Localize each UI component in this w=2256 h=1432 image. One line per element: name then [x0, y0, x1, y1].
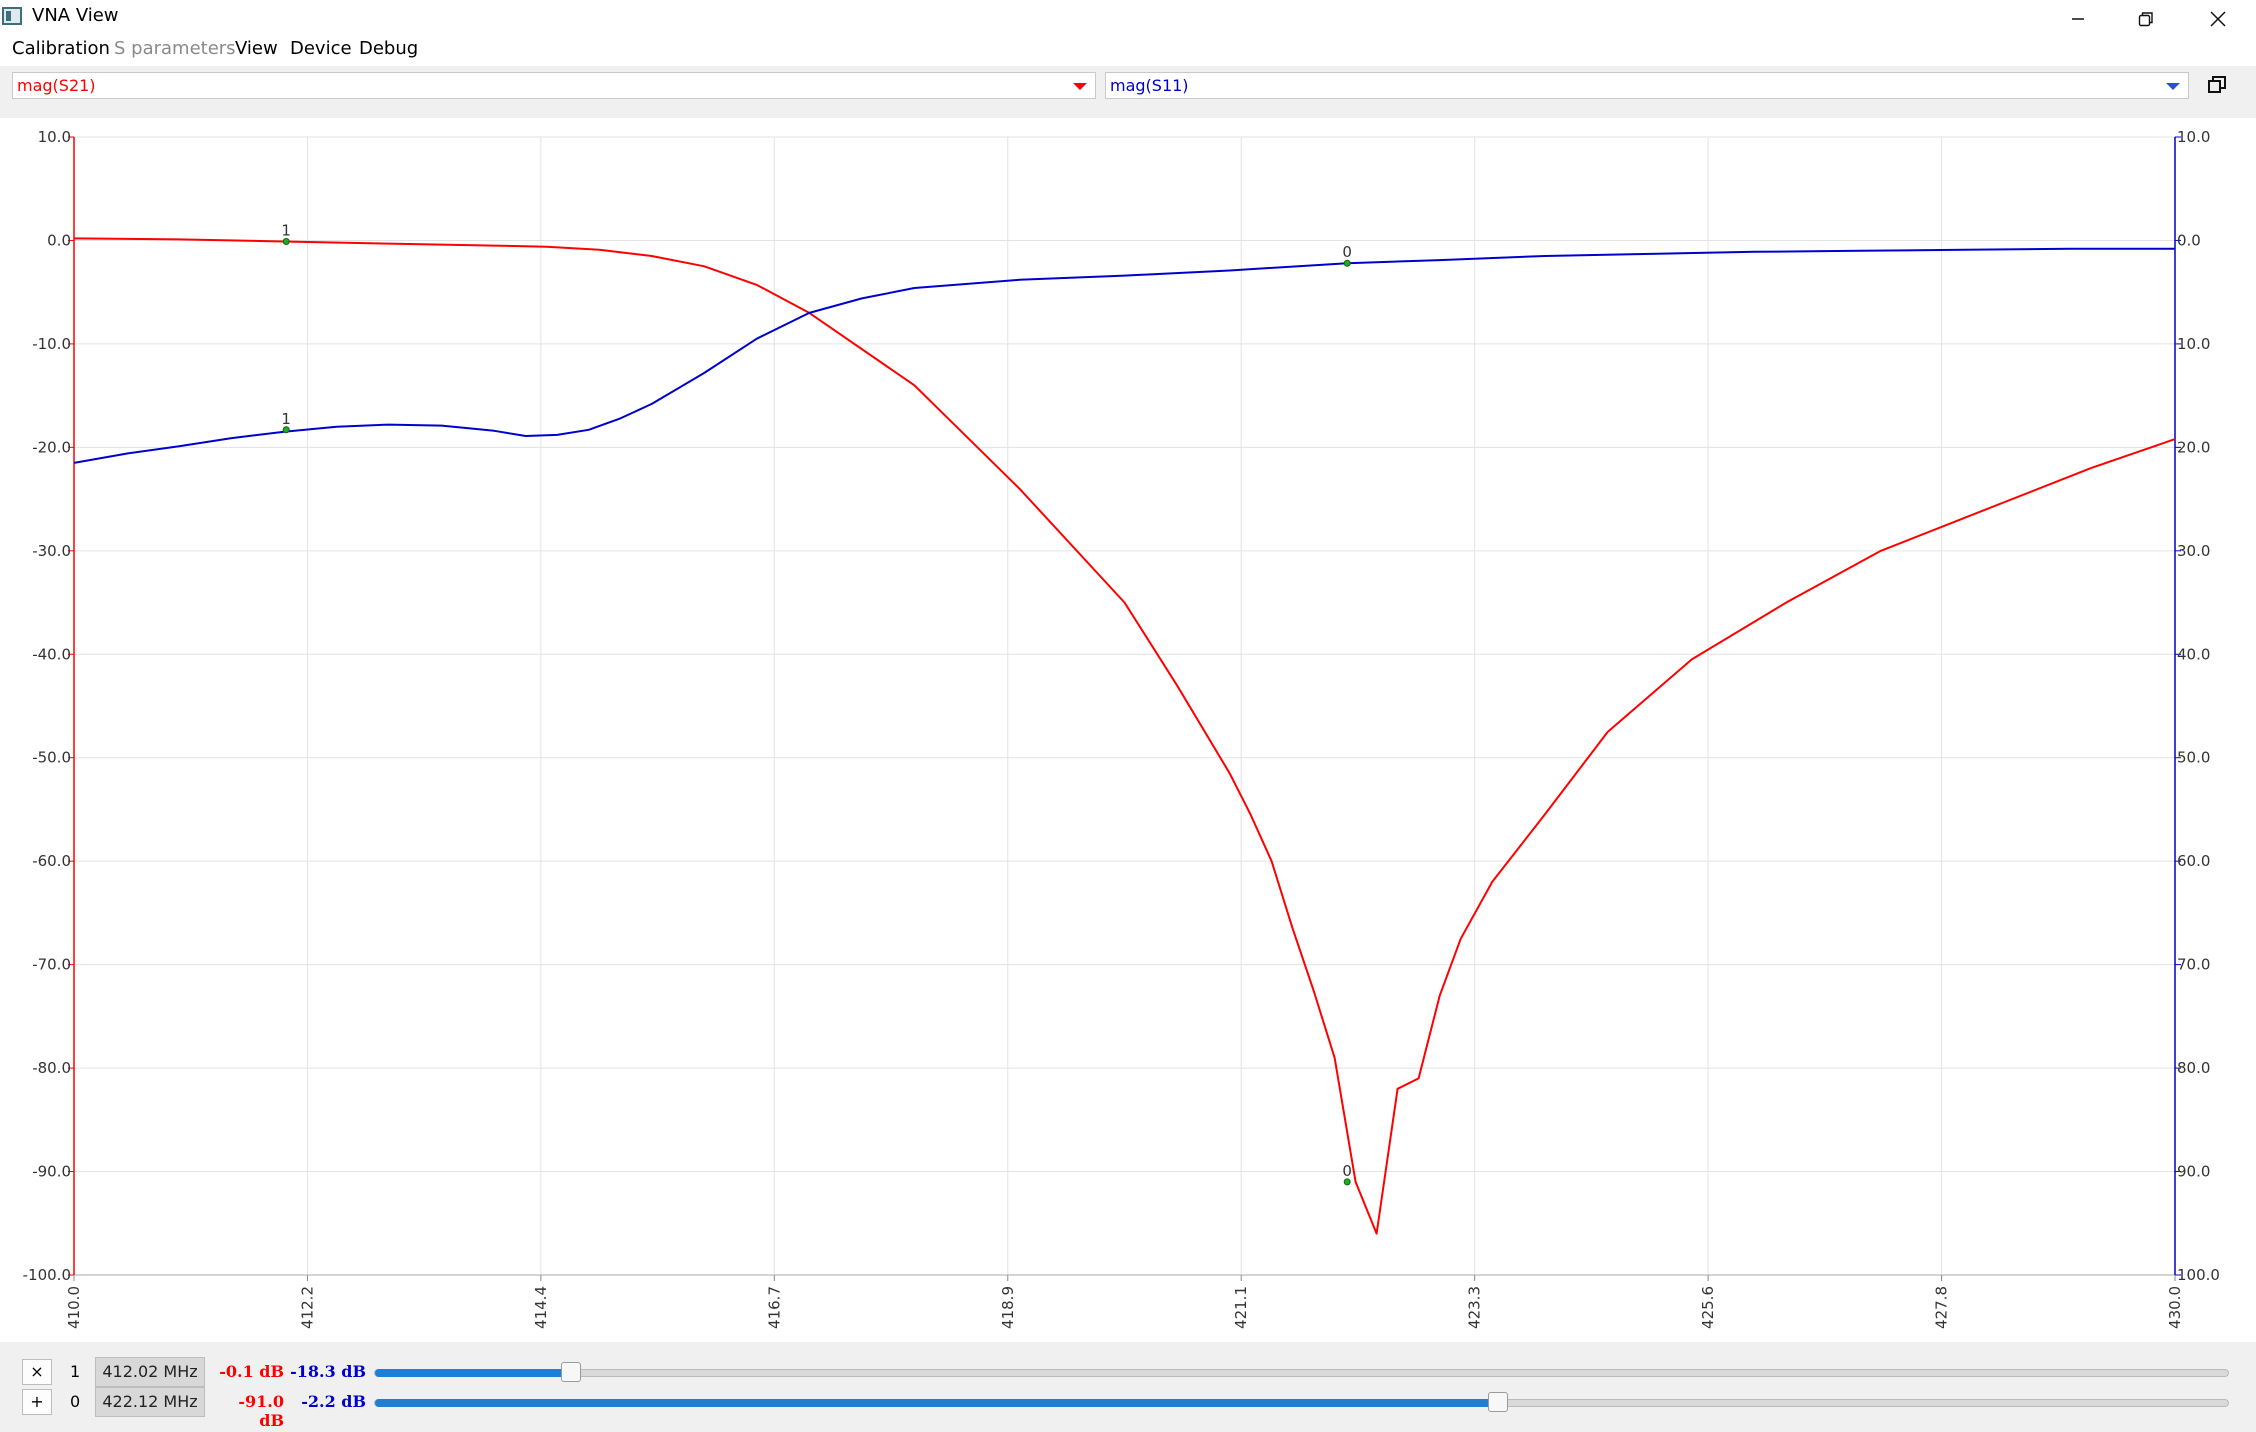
y-tick-label-right: 90.0	[2177, 1163, 2210, 1181]
y-tick-label-right: 40.0	[2177, 645, 2210, 663]
y-tick-label-left: -80.0	[32, 1059, 71, 1077]
chevron-down-icon	[2166, 83, 2180, 90]
title-bar: VNA View	[0, 0, 2256, 34]
s21-trace	[73, 237, 2176, 1235]
y-tick-label-left: -30.0	[32, 542, 71, 560]
marker-s11-value: -2.2 dB	[301, 1392, 366, 1411]
restore-icon	[2208, 76, 2226, 93]
y-tick-label-left: 0.0	[47, 231, 71, 249]
menu-calibration[interactable]: Calibration	[12, 38, 110, 59]
y-tick-label-right: 30.0	[2177, 542, 2210, 560]
marker-label: 0	[1342, 1162, 1352, 1180]
marker-id: 1	[70, 1362, 81, 1381]
y-tick-label-right: 80.0	[2177, 1059, 2210, 1077]
x-tick-label: 430.0	[2166, 1286, 2184, 1329]
s11-trace	[73, 247, 2175, 464]
restore-window-icon	[2138, 11, 2153, 26]
x-tick-label: 425.6	[1699, 1286, 1717, 1329]
x-tick-label: 416.7	[765, 1286, 783, 1329]
y-tick-label-right: 20.0	[2177, 438, 2210, 456]
y-tick-label-right: 0.0	[2177, 231, 2201, 249]
y-tick-label-left: -10.0	[32, 335, 71, 353]
x-tick-label: 427.8	[1933, 1286, 1951, 1329]
marker-slider[interactable]	[374, 1362, 2229, 1382]
y-tick-label-left: -20.0	[32, 438, 71, 456]
left-trace-select[interactable]: mag(S21)	[12, 72, 1096, 99]
close-icon	[2210, 10, 2226, 27]
y-tick-label-right: 70.0	[2177, 956, 2210, 974]
y-tick-label-right: 60.0	[2177, 852, 2210, 870]
right-trace-select[interactable]: mag(S11)	[1105, 72, 2189, 99]
minimize-icon	[2072, 17, 2084, 20]
app-icon	[2, 7, 22, 25]
y-tick-label-right: 10.0	[2177, 128, 2210, 146]
y-tick-label-left: -100.0	[23, 1266, 71, 1284]
marker-label: 1	[281, 410, 291, 428]
y-tick-label-left: -40.0	[32, 645, 71, 663]
undock-button[interactable]	[2206, 74, 2228, 96]
maximize-button[interactable]	[2114, 0, 2178, 34]
y-tick-label-left: -90.0	[32, 1163, 71, 1181]
y-tick-label-left: -50.0	[32, 749, 71, 767]
chevron-down-icon	[1073, 83, 1087, 90]
marker-s11-value: -18.3 dB	[290, 1362, 366, 1381]
left-trace-value: mag(S21)	[17, 76, 96, 95]
remove-marker-button[interactable]: ×	[22, 1359, 52, 1385]
right-trace-value: mag(S11)	[1110, 76, 1189, 95]
marker-panel: × 1 412.02 MHz -0.1 dB -18.3 dB + 0 422.…	[0, 1342, 2256, 1432]
marker-id: 0	[70, 1392, 81, 1411]
marker-label: 0	[1342, 243, 1352, 261]
close-button[interactable]	[2186, 0, 2250, 34]
x-tick-label: 418.9	[999, 1286, 1017, 1329]
minimize-button[interactable]	[2046, 0, 2110, 34]
x-tick-label: 423.3	[1466, 1286, 1484, 1329]
y-tick-label-right: 100.0	[2177, 1266, 2220, 1284]
marker-frequency[interactable]: 422.12 MHz	[95, 1387, 205, 1417]
chart-area[interactable]: 10.0 10.0 0.0 0.0 -10.0 10.0 -20.0 20.0 -30.0 30.…	[0, 118, 2256, 1342]
y-tick-label-right: 50.0	[2177, 749, 2210, 767]
window-title: VNA View	[32, 5, 119, 26]
marker-s21-value: -0.1 dB	[219, 1362, 284, 1381]
x-tick-label: 410.0	[65, 1286, 83, 1329]
add-marker-button[interactable]: +	[22, 1389, 52, 1415]
menu-device[interactable]: Device	[290, 38, 352, 59]
y-tick-label-right: 10.0	[2177, 335, 2210, 353]
marker-s21-value: -91.0 dB	[238, 1392, 284, 1430]
menu-debug[interactable]: Debug	[359, 38, 418, 59]
menu-bar: Calibration S parameters View Device Deb…	[0, 34, 2256, 66]
slider-fill	[375, 1369, 572, 1377]
menu-s-parameters[interactable]: S parameters	[114, 38, 236, 59]
y-tick-label-left: -70.0	[32, 956, 71, 974]
slider-handle[interactable]	[1487, 1392, 1508, 1412]
slider-handle[interactable]	[561, 1362, 582, 1382]
y-tick-label-left: -60.0	[32, 852, 71, 870]
marker-frequency[interactable]: 412.02 MHz	[95, 1357, 205, 1387]
x-tick-label: 421.1	[1232, 1286, 1250, 1329]
vna-chart[interactable]: 10.0 10.0 0.0 0.0 -10.0 10.0 -20.0 20.0 -30.0 30.…	[0, 118, 2256, 1342]
x-tick-label: 414.4	[532, 1286, 550, 1329]
menu-view[interactable]: View	[235, 38, 278, 59]
marker-label: 1	[281, 221, 291, 239]
slider-fill	[375, 1399, 1498, 1407]
marker-slider[interactable]	[374, 1392, 2229, 1412]
y-tick-label-left: 10.0	[38, 128, 71, 146]
x-tick-label: 412.2	[298, 1286, 316, 1329]
